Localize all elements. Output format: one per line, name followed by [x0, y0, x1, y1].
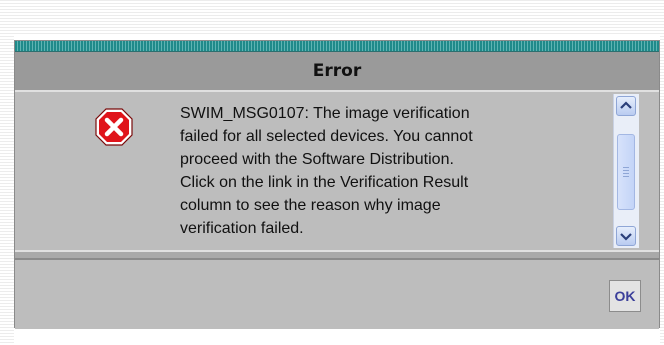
chevron-up-icon [620, 101, 632, 109]
dialog-footer: OK [15, 260, 659, 329]
striped-page-edge-left [0, 0, 14, 345]
scroll-up-button[interactable] [616, 96, 636, 116]
dialog-divider [15, 250, 659, 260]
scroll-thumb[interactable] [617, 134, 635, 210]
error-x-icon [95, 108, 133, 146]
error-message: SWIM_MSG0107: The image verification fai… [180, 105, 473, 237]
striped-page-edge-right [660, 0, 664, 345]
chevron-down-icon [620, 233, 632, 241]
scroll-grip-icon [623, 167, 629, 177]
striped-page-edge-top [0, 0, 664, 34]
dialog-accent-bar [15, 41, 659, 52]
dialog-content: SWIM_MSG0107: The image verification fai… [15, 92, 659, 250]
dialog-title: Error [312, 61, 362, 81]
ok-button[interactable]: OK [609, 280, 641, 312]
scroll-down-button[interactable] [616, 226, 636, 246]
dialog-title-bar: Error [15, 52, 659, 92]
message-scrollbar[interactable] [613, 94, 639, 248]
error-dialog: Error SWIM_MSG0107: The image verificati… [14, 40, 660, 329]
